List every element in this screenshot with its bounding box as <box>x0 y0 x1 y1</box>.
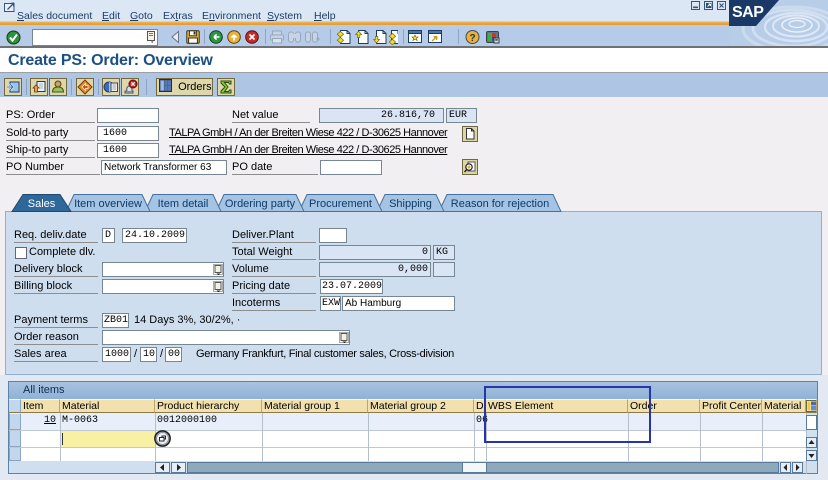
svg-text:SAP: SAP <box>732 4 764 21</box>
svg-text:Ordering party: Ordering party <box>225 198 296 210</box>
svg-text:Item overview: Item overview <box>74 198 142 210</box>
svg-text:Shipping: Shipping <box>389 198 432 210</box>
svg-text:Reason for rejection: Reason for rejection <box>451 198 549 210</box>
svg-text:?: ? <box>469 33 475 44</box>
svg-text:Sales: Sales <box>28 198 56 210</box>
svg-text:Procurement: Procurement <box>309 198 372 210</box>
svg-text:Item detail: Item detail <box>158 198 209 210</box>
